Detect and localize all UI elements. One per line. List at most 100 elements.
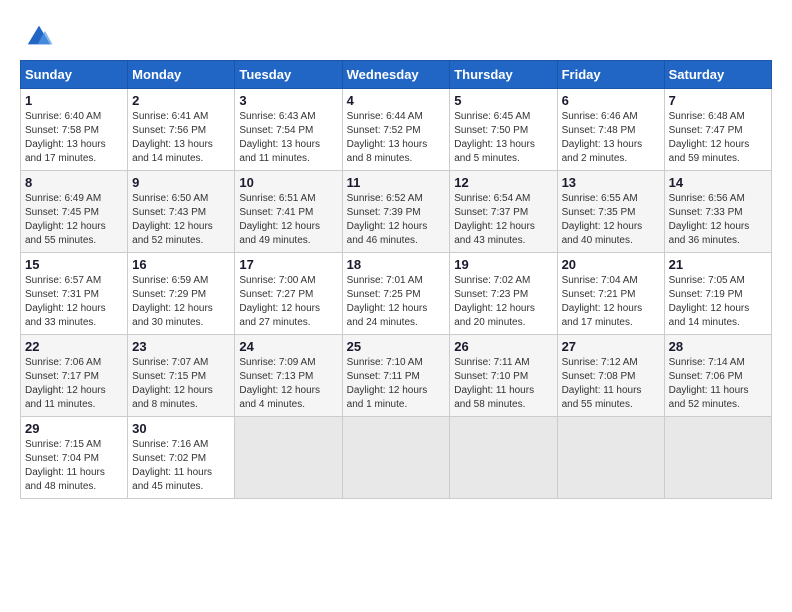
calendar-cell bbox=[664, 417, 771, 499]
day-number: 11 bbox=[347, 175, 446, 190]
calendar-cell: 21 Sunrise: 7:05 AMSunset: 7:19 PMDayligh… bbox=[664, 253, 771, 335]
day-number: 29 bbox=[25, 421, 123, 436]
day-number: 4 bbox=[347, 93, 446, 108]
day-info: Sunrise: 7:10 AMSunset: 7:11 PMDaylight:… bbox=[347, 356, 446, 412]
weekday-header-tuesday: Tuesday bbox=[235, 61, 342, 89]
day-number: 30 bbox=[132, 421, 230, 436]
calendar-cell: 3Sunrise: 6:43 AMSunset: 7:54 PMDaylight… bbox=[235, 89, 342, 171]
day-info: Sunrise: 7:05 AMSunset: 7:19 PMDaylight:… bbox=[669, 274, 767, 330]
calendar-cell: 9 Sunrise: 6:50 AMSunset: 7:43 PMDaylight… bbox=[128, 171, 235, 253]
calendar-cell: 10 Sunrise: 6:51 AMSunset: 7:41 PMDayligh… bbox=[235, 171, 342, 253]
calendar-table: SundayMondayTuesdayWednesdayThursdayFrid… bbox=[20, 60, 772, 499]
day-info: Sunrise: 6:46 AMSunset: 7:48 PMDaylight:… bbox=[562, 110, 660, 166]
calendar-cell: 24 Sunrise: 7:09 AMSunset: 7:13 PMDayligh… bbox=[235, 335, 342, 417]
calendar-cell: 11 Sunrise: 6:52 AMSunset: 7:39 PMDayligh… bbox=[342, 171, 450, 253]
day-info: Sunrise: 7:12 AMSunset: 7:08 PMDaylight:… bbox=[562, 356, 660, 412]
calendar-cell: 19 Sunrise: 7:02 AMSunset: 7:23 PMDayligh… bbox=[450, 253, 557, 335]
day-number: 18 bbox=[347, 257, 446, 272]
calendar-cell: 5Sunrise: 6:45 AMSunset: 7:50 PMDaylight… bbox=[450, 89, 557, 171]
calendar-cell bbox=[342, 417, 450, 499]
day-number: 13 bbox=[562, 175, 660, 190]
day-number: 26 bbox=[454, 339, 552, 354]
calendar-cell: 18 Sunrise: 7:01 AMSunset: 7:25 PMDayligh… bbox=[342, 253, 450, 335]
calendar-cell: 23 Sunrise: 7:07 AMSunset: 7:15 PMDayligh… bbox=[128, 335, 235, 417]
calendar-cell: 7Sunrise: 6:48 AMSunset: 7:47 PMDaylight… bbox=[664, 89, 771, 171]
day-number: 23 bbox=[132, 339, 230, 354]
day-info: Sunrise: 6:52 AMSunset: 7:39 PMDaylight:… bbox=[347, 192, 446, 248]
weekday-header-wednesday: Wednesday bbox=[342, 61, 450, 89]
day-number: 15 bbox=[25, 257, 123, 272]
weekday-header-monday: Monday bbox=[128, 61, 235, 89]
day-info: Sunrise: 6:40 AMSunset: 7:58 PMDaylight:… bbox=[25, 110, 123, 166]
calendar-cell: 27 Sunrise: 7:12 AMSunset: 7:08 PMDayligh… bbox=[557, 335, 664, 417]
day-number: 21 bbox=[669, 257, 767, 272]
calendar-cell: 1 Sunrise: 6:40 AMSunset: 7:58 PMDaylight… bbox=[21, 89, 128, 171]
calendar-cell: 12 Sunrise: 6:54 AMSunset: 7:37 PMDayligh… bbox=[450, 171, 557, 253]
weekday-header-row: SundayMondayTuesdayWednesdayThursdayFrid… bbox=[21, 61, 772, 89]
day-number: 10 bbox=[239, 175, 337, 190]
day-info: Sunrise: 6:49 AMSunset: 7:45 PMDaylight:… bbox=[25, 192, 123, 248]
day-info: Sunrise: 6:54 AMSunset: 7:37 PMDaylight:… bbox=[454, 192, 552, 248]
day-info: Sunrise: 7:02 AMSunset: 7:23 PMDaylight:… bbox=[454, 274, 552, 330]
day-info: Sunrise: 7:09 AMSunset: 7:13 PMDaylight:… bbox=[239, 356, 337, 412]
day-number: 6 bbox=[562, 93, 660, 108]
day-number: 28 bbox=[669, 339, 767, 354]
calendar-cell: 26 Sunrise: 7:11 AMSunset: 7:10 PMDayligh… bbox=[450, 335, 557, 417]
calendar-cell: 2Sunrise: 6:41 AMSunset: 7:56 PMDaylight… bbox=[128, 89, 235, 171]
day-number: 25 bbox=[347, 339, 446, 354]
calendar-cell: 30 Sunrise: 7:16 AMSunset: 7:02 PMDayligh… bbox=[128, 417, 235, 499]
weekday-header-friday: Friday bbox=[557, 61, 664, 89]
day-number: 19 bbox=[454, 257, 552, 272]
day-info: Sunrise: 6:51 AMSunset: 7:41 PMDaylight:… bbox=[239, 192, 337, 248]
calendar-cell: 14Sunrise: 6:56 AMSunset: 7:33 PMDayligh… bbox=[664, 171, 771, 253]
day-info: Sunrise: 6:55 AMSunset: 7:35 PMDaylight:… bbox=[562, 192, 660, 248]
day-info: Sunrise: 7:01 AMSunset: 7:25 PMDaylight:… bbox=[347, 274, 446, 330]
calendar-cell bbox=[450, 417, 557, 499]
day-info: Sunrise: 7:14 AMSunset: 7:06 PMDaylight:… bbox=[669, 356, 767, 412]
day-info: Sunrise: 7:06 AMSunset: 7:17 PMDaylight:… bbox=[25, 356, 123, 412]
header bbox=[20, 20, 772, 50]
day-number: 20 bbox=[562, 257, 660, 272]
day-info: Sunrise: 7:04 AMSunset: 7:21 PMDaylight:… bbox=[562, 274, 660, 330]
logo bbox=[20, 20, 54, 50]
calendar-week-row: 15 Sunrise: 6:57 AMSunset: 7:31 PMDayligh… bbox=[21, 253, 772, 335]
day-number: 1 bbox=[25, 93, 123, 108]
day-number: 7 bbox=[669, 93, 767, 108]
day-number: 12 bbox=[454, 175, 552, 190]
calendar-cell: 20 Sunrise: 7:04 AMSunset: 7:21 PMDayligh… bbox=[557, 253, 664, 335]
day-info: Sunrise: 7:07 AMSunset: 7:15 PMDaylight:… bbox=[132, 356, 230, 412]
calendar-week-row: 22Sunrise: 7:06 AMSunset: 7:17 PMDayligh… bbox=[21, 335, 772, 417]
calendar-cell: 17Sunrise: 7:00 AMSunset: 7:27 PMDayligh… bbox=[235, 253, 342, 335]
day-info: Sunrise: 7:15 AMSunset: 7:04 PMDaylight:… bbox=[25, 438, 123, 494]
day-number: 16 bbox=[132, 257, 230, 272]
calendar-cell: 29 Sunrise: 7:15 AMSunset: 7:04 PMDayligh… bbox=[21, 417, 128, 499]
day-number: 3 bbox=[239, 93, 337, 108]
day-info: Sunrise: 7:00 AMSunset: 7:27 PMDaylight:… bbox=[239, 274, 337, 330]
day-info: Sunrise: 7:11 AMSunset: 7:10 PMDaylight:… bbox=[454, 356, 552, 412]
weekday-header-saturday: Saturday bbox=[664, 61, 771, 89]
day-info: Sunrise: 6:59 AMSunset: 7:29 PMDaylight:… bbox=[132, 274, 230, 330]
calendar-week-row: 1 Sunrise: 6:40 AMSunset: 7:58 PMDaylight… bbox=[21, 89, 772, 171]
day-number: 24 bbox=[239, 339, 337, 354]
day-number: 5 bbox=[454, 93, 552, 108]
calendar-cell: 22Sunrise: 7:06 AMSunset: 7:17 PMDayligh… bbox=[21, 335, 128, 417]
calendar-cell: 15 Sunrise: 6:57 AMSunset: 7:31 PMDayligh… bbox=[21, 253, 128, 335]
day-info: Sunrise: 6:57 AMSunset: 7:31 PMDaylight:… bbox=[25, 274, 123, 330]
logo-icon bbox=[24, 20, 54, 50]
weekday-header-thursday: Thursday bbox=[450, 61, 557, 89]
calendar-cell: 8Sunrise: 6:49 AMSunset: 7:45 PMDaylight… bbox=[21, 171, 128, 253]
day-number: 14 bbox=[669, 175, 767, 190]
weekday-header-sunday: Sunday bbox=[21, 61, 128, 89]
calendar-cell: 16 Sunrise: 6:59 AMSunset: 7:29 PMDayligh… bbox=[128, 253, 235, 335]
calendar-cell: 6 Sunrise: 6:46 AMSunset: 7:48 PMDaylight… bbox=[557, 89, 664, 171]
calendar-cell bbox=[557, 417, 664, 499]
day-number: 27 bbox=[562, 339, 660, 354]
calendar-week-row: 29 Sunrise: 7:15 AMSunset: 7:04 PMDayligh… bbox=[21, 417, 772, 499]
day-info: Sunrise: 6:41 AMSunset: 7:56 PMDaylight:… bbox=[132, 110, 230, 166]
calendar-cell: 28 Sunrise: 7:14 AMSunset: 7:06 PMDayligh… bbox=[664, 335, 771, 417]
calendar-week-row: 8Sunrise: 6:49 AMSunset: 7:45 PMDaylight… bbox=[21, 171, 772, 253]
calendar-cell: 25 Sunrise: 7:10 AMSunset: 7:11 PMDayligh… bbox=[342, 335, 450, 417]
day-info: Sunrise: 6:50 AMSunset: 7:43 PMDaylight:… bbox=[132, 192, 230, 248]
day-number: 9 bbox=[132, 175, 230, 190]
day-info: Sunrise: 7:16 AMSunset: 7:02 PMDaylight:… bbox=[132, 438, 230, 494]
